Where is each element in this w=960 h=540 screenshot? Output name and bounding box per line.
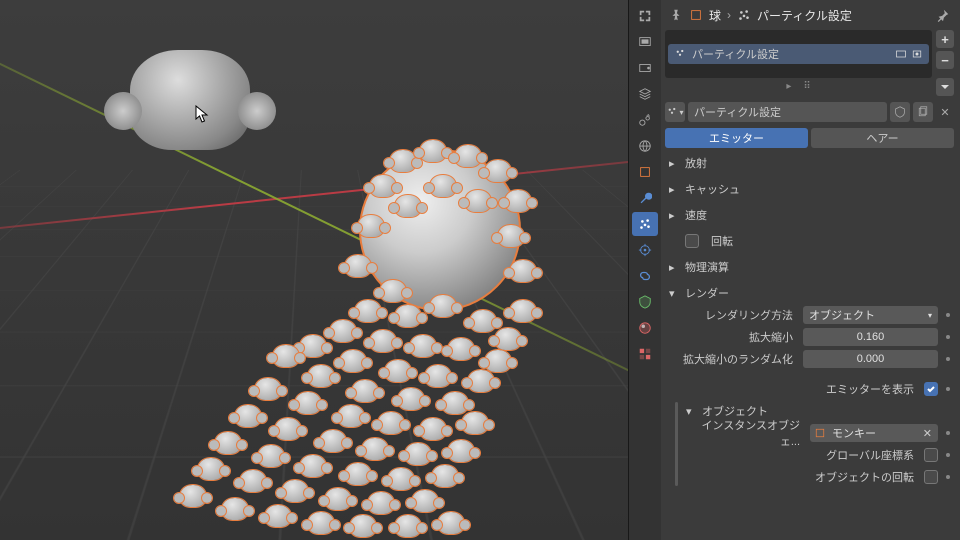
instance-object-field[interactable]: モンキー ✕	[810, 424, 938, 442]
world-tab[interactable]	[632, 134, 658, 158]
material-tab[interactable]	[632, 316, 658, 340]
output-tab[interactable]	[632, 56, 658, 80]
display-toggle-icon[interactable]	[895, 48, 907, 60]
particle-slot-list[interactable]: パーティクル設定	[665, 30, 932, 78]
slot-menu-button[interactable]	[936, 78, 954, 96]
keyframe-dot[interactable]	[946, 387, 950, 391]
particle-type-tabs: エミッター ヘアー	[665, 128, 954, 148]
remove-slot-button[interactable]: −	[936, 51, 954, 69]
pin-icon[interactable]	[669, 8, 683, 22]
object-rotation-checkbox[interactable]	[924, 470, 938, 484]
scale-random-input[interactable]: 0.000	[803, 350, 938, 368]
slot-name: パーティクル設定	[692, 46, 779, 62]
global-coords-label: グローバル座標系	[826, 447, 914, 463]
render-as-label: レンダリング方法	[669, 307, 799, 323]
mesh-icon	[689, 8, 703, 22]
global-coords-checkbox[interactable]	[924, 448, 938, 462]
datablock-name-input[interactable]: パーティクル設定	[688, 102, 887, 122]
fake-user-button[interactable]	[890, 102, 910, 122]
scale-random-label: 拡大縮小のランダム化	[669, 351, 799, 367]
particle-slot-icon	[674, 48, 686, 60]
rotation-section-header[interactable]: ▸回転	[665, 230, 954, 252]
render-tab[interactable]	[632, 30, 658, 54]
particles-tab[interactable]	[632, 212, 658, 236]
keyframe-dot[interactable]	[946, 453, 950, 457]
scale-label: 拡大縮小	[669, 329, 799, 345]
render-as-dropdown[interactable]: オブジェクト▾	[803, 306, 938, 324]
tool-tab[interactable]	[632, 4, 658, 28]
emission-section-header[interactable]: ▸放射	[665, 152, 954, 174]
object-rotation-label: オブジェクトの回転	[815, 469, 914, 485]
datablock-browse-button[interactable]: ▾	[665, 102, 685, 122]
scale-input[interactable]: 0.160	[803, 328, 938, 346]
emitter-tab[interactable]: エミッター	[665, 128, 808, 148]
keyframe-dot[interactable]	[946, 431, 950, 435]
add-slot-button[interactable]: +	[936, 30, 954, 48]
keyframe-dot[interactable]	[946, 475, 950, 479]
keyframe-dot[interactable]	[946, 357, 950, 361]
settings-name: パーティクル設定	[757, 7, 852, 24]
scene-tab[interactable]	[632, 108, 658, 132]
instance-object-label: インスタンスオブジェ...	[686, 417, 806, 449]
cache-section-header[interactable]: ▸キャッシュ	[665, 178, 954, 200]
viewlayer-tab[interactable]	[632, 82, 658, 106]
unlink-datablock-button[interactable]: ✕	[936, 103, 954, 121]
modifier-tab[interactable]	[632, 186, 658, 210]
property-tabs	[629, 0, 661, 540]
physics-section-header[interactable]: ▸物理演算	[665, 256, 954, 278]
keyframe-dot[interactable]	[946, 313, 950, 317]
3d-viewport[interactable]	[0, 0, 628, 540]
particle-instances	[0, 0, 628, 540]
breadcrumb: 球 › パーティクル設定	[665, 4, 954, 26]
object-tab[interactable]	[632, 160, 658, 184]
properties-editor: 球 › パーティクル設定 パーティクル設定	[628, 0, 960, 540]
rotation-enable-checkbox[interactable]	[685, 234, 699, 248]
data-tab[interactable]	[632, 290, 658, 314]
texture-tab[interactable]	[632, 342, 658, 366]
keyframe-dot[interactable]	[946, 335, 950, 339]
render-toggle-icon[interactable]	[911, 48, 923, 60]
velocity-section-header[interactable]: ▸速度	[665, 204, 954, 226]
pin-toggle-icon[interactable]	[936, 8, 950, 22]
list-grip-icon[interactable]: ⠿	[803, 81, 810, 92]
hair-tab[interactable]: ヘアー	[811, 128, 954, 148]
new-datablock-button[interactable]	[913, 102, 933, 122]
object-name: 球	[709, 7, 721, 24]
show-emitter-label: エミッターを表示	[826, 381, 914, 397]
datablock-field: ▾ パーティクル設定 ✕	[665, 102, 954, 122]
particles-panel: 球 › パーティクル設定 パーティクル設定	[661, 0, 960, 540]
list-resize-handle[interactable]: ▸	[786, 81, 791, 92]
mouse-cursor-icon	[195, 105, 209, 125]
mesh-icon	[814, 427, 826, 439]
particle-settings-icon	[737, 8, 751, 22]
render-section-header[interactable]: ▾レンダー	[665, 282, 954, 304]
constraints-tab[interactable]	[632, 264, 658, 288]
physics-tab[interactable]	[632, 238, 658, 262]
show-emitter-checkbox[interactable]	[924, 382, 938, 396]
